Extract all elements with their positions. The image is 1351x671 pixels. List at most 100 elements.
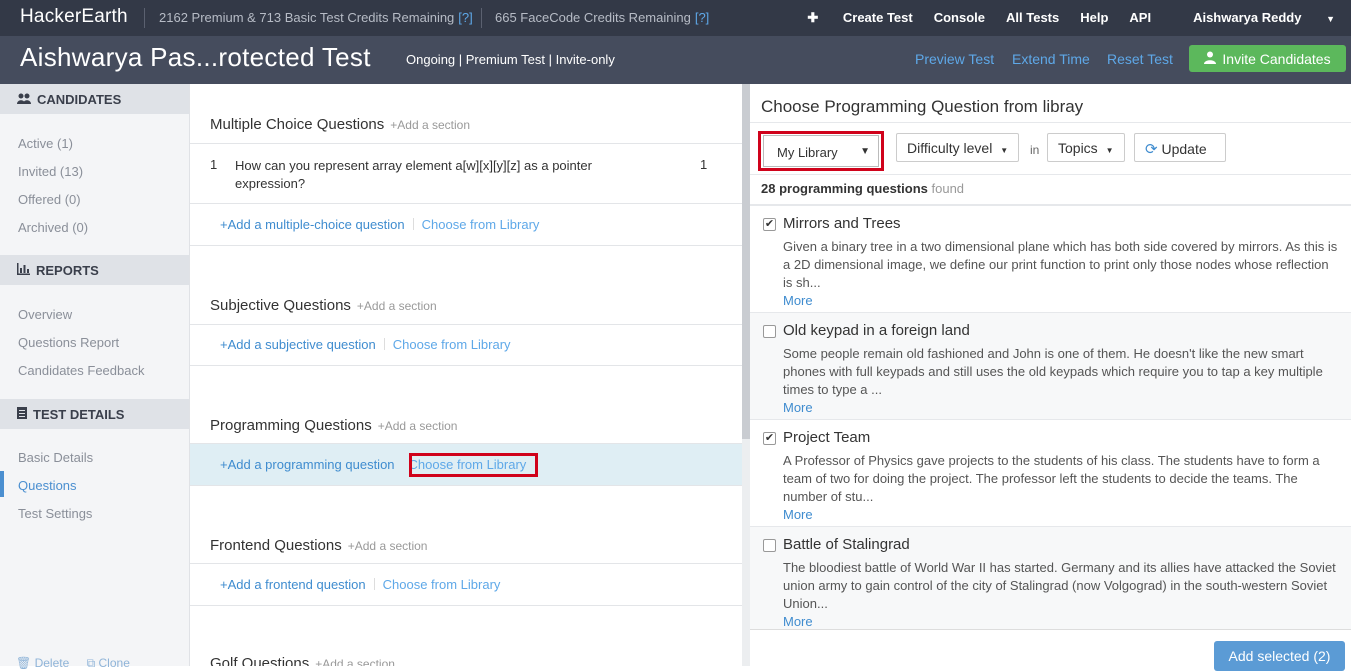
question-text[interactable]: How can you represent array element a[w]… bbox=[235, 157, 655, 193]
difficulty-dropdown[interactable]: Difficulty level ▼ bbox=[896, 133, 1020, 162]
update-button[interactable]: ⟳ Update bbox=[1134, 133, 1226, 162]
choose-from-library-link[interactable]: Choose from Library bbox=[422, 217, 540, 232]
add-subjective-button[interactable]: +Add a subjective question bbox=[220, 337, 376, 352]
sidebar-item-questions-report[interactable]: Questions Report bbox=[18, 335, 119, 350]
results-count-suffix: found bbox=[931, 181, 965, 196]
highlight-box bbox=[409, 453, 538, 477]
add-section-link[interactable]: +Add a section bbox=[315, 657, 395, 666]
results-count: 28 programming questions found bbox=[761, 181, 964, 196]
user-name: Aishwarya Reddy bbox=[1193, 10, 1302, 25]
copy-icon: ⧉ bbox=[86, 656, 99, 670]
library-panel-title: Choose Programming Question from libray bbox=[761, 97, 1084, 116]
divider bbox=[412, 218, 414, 230]
all-tests-link[interactable]: All Tests bbox=[1006, 10, 1059, 26]
help-nav-link[interactable]: Help bbox=[1080, 10, 1108, 26]
more-link[interactable]: More bbox=[783, 400, 813, 415]
sidebar-item-archived[interactable]: Archived (0) bbox=[18, 220, 88, 235]
choose-from-library-link[interactable]: Choose from Library bbox=[383, 577, 501, 592]
create-test-link[interactable]: ✚ Create Test bbox=[786, 10, 912, 26]
section-title-frontend: Frontend Questions +Add a section bbox=[210, 537, 427, 554]
bar-chart-icon bbox=[17, 262, 30, 278]
question-number: 1 bbox=[210, 157, 218, 172]
divider bbox=[190, 605, 742, 606]
sidebar-item-invited[interactable]: Invited (13) bbox=[18, 164, 83, 179]
more-link[interactable]: More bbox=[783, 293, 813, 308]
test-title: Aishwarya Pas...rotected Test bbox=[20, 42, 371, 72]
topics-label: Topics bbox=[1058, 140, 1098, 156]
divider bbox=[190, 443, 742, 444]
hackerearth-logo[interactable]: HackerEarth bbox=[20, 6, 128, 28]
add-section-link[interactable]: +Add a section bbox=[348, 539, 428, 553]
invite-candidates-button[interactable]: Invite Candidates bbox=[1189, 45, 1346, 72]
highlight-box bbox=[758, 131, 884, 171]
section-title-label: Golf Questions bbox=[210, 655, 310, 666]
clone-link[interactable]: ⧉ Clone bbox=[87, 656, 130, 670]
add-frontend-button[interactable]: +Add a frontend question bbox=[220, 577, 366, 592]
user-menu[interactable]: Aishwarya Reddy ▼ bbox=[1172, 10, 1335, 26]
question-checkbox[interactable]: ✔ bbox=[763, 432, 776, 445]
choose-from-library-link[interactable]: Choose from Library bbox=[393, 337, 511, 352]
topics-dropdown[interactable]: Topics ▼ bbox=[1047, 133, 1125, 162]
delete-link[interactable]: 🗑 Delete bbox=[16, 656, 69, 670]
add-section-link[interactable]: +Add a section bbox=[390, 118, 470, 132]
add-mcq-button[interactable]: +Add a multiple-choice question bbox=[220, 217, 405, 232]
sidebar-item-test-settings[interactable]: Test Settings bbox=[18, 506, 92, 521]
preview-test-link[interactable]: Preview Test bbox=[915, 51, 994, 67]
scrollbar-thumb[interactable] bbox=[742, 84, 750, 439]
help-link[interactable]: [?] bbox=[695, 10, 709, 25]
divider bbox=[190, 143, 742, 144]
section-title-label: Subjective Questions bbox=[210, 297, 351, 314]
sections-panel: Multiple Choice Questions +Add a section … bbox=[190, 84, 742, 666]
question-description: The bloodiest battle of World War II has… bbox=[783, 560, 1336, 611]
top-nav-links: ✚ Create Test Console All Tests Help API… bbox=[765, 10, 1335, 26]
sidebar-item-overview[interactable]: Overview bbox=[18, 307, 72, 322]
question-checkbox[interactable] bbox=[763, 325, 776, 338]
add-section-link[interactable]: +Add a section bbox=[378, 419, 458, 433]
update-label: Update bbox=[1161, 141, 1207, 157]
top-navbar: HackerEarth 2162 Premium & 713 Basic Tes… bbox=[0, 0, 1351, 36]
reset-test-link[interactable]: Reset Test bbox=[1107, 51, 1173, 67]
help-link[interactable]: [?] bbox=[458, 10, 472, 25]
question-title: Battle of Stalingrad bbox=[783, 536, 910, 553]
more-link[interactable]: More bbox=[783, 507, 813, 522]
add-section-link[interactable]: +Add a section bbox=[357, 299, 437, 313]
list-item: Battle of Stalingrad The bloodiest battl… bbox=[750, 526, 1351, 633]
sidebar-item-active[interactable]: Active (1) bbox=[18, 136, 73, 151]
divider bbox=[481, 8, 482, 28]
api-link[interactable]: API bbox=[1129, 10, 1151, 26]
difficulty-label: Difficulty level bbox=[907, 140, 993, 156]
section-title-label: Frontend Questions bbox=[210, 537, 342, 554]
add-selected-button[interactable]: Add selected (2) bbox=[1214, 641, 1345, 671]
divider bbox=[190, 324, 742, 325]
question-checkbox[interactable]: ✔ bbox=[763, 218, 776, 231]
list-item: Old keypad in a foreign land Some people… bbox=[750, 312, 1351, 419]
refresh-icon: ⟳ bbox=[1145, 141, 1158, 158]
reports-heading: REPORTS bbox=[0, 255, 189, 285]
more-link[interactable]: More bbox=[783, 614, 813, 629]
question-description: Given a binary tree in a two dimensional… bbox=[783, 239, 1338, 290]
section-title-subjective: Subjective Questions +Add a section bbox=[210, 297, 437, 314]
divider bbox=[383, 338, 385, 350]
extend-time-link[interactable]: Extend Time bbox=[1012, 51, 1090, 67]
caret-down-icon: ▼ bbox=[1000, 146, 1009, 155]
sidebar-item-basic-details[interactable]: Basic Details bbox=[18, 450, 93, 465]
test-details-heading-label: TEST DETAILS bbox=[33, 406, 125, 422]
invite-label: Invite Candidates bbox=[1222, 50, 1331, 67]
section-title-programming: Programming Questions +Add a section bbox=[210, 417, 457, 434]
trash-icon: 🗑 bbox=[16, 656, 35, 670]
subjective-actions: +Add a subjective question Choose from Li… bbox=[220, 337, 511, 352]
sidebar-item-offered[interactable]: Offered (0) bbox=[18, 192, 81, 207]
question-checkbox[interactable] bbox=[763, 539, 776, 552]
add-programming-button[interactable]: +Add a programming question bbox=[220, 457, 395, 472]
sidebar: CANDIDATES Active (1) Invited (13) Offer… bbox=[0, 84, 190, 670]
console-link[interactable]: Console bbox=[934, 10, 985, 26]
test-status: Ongoing | Premium Test | Invite-only bbox=[406, 52, 615, 67]
divider bbox=[373, 578, 375, 590]
clone-label: Clone bbox=[98, 656, 130, 670]
library-panel: Choose Programming Question from libray … bbox=[750, 84, 1351, 666]
sidebar-item-questions[interactable]: Questions bbox=[18, 478, 77, 493]
users-icon bbox=[17, 92, 31, 107]
divider bbox=[190, 365, 742, 366]
sidebar-item-candidates-feedback[interactable]: Candidates Feedback bbox=[18, 363, 144, 378]
question-description: A Professor of Physics gave projects to … bbox=[783, 453, 1320, 504]
